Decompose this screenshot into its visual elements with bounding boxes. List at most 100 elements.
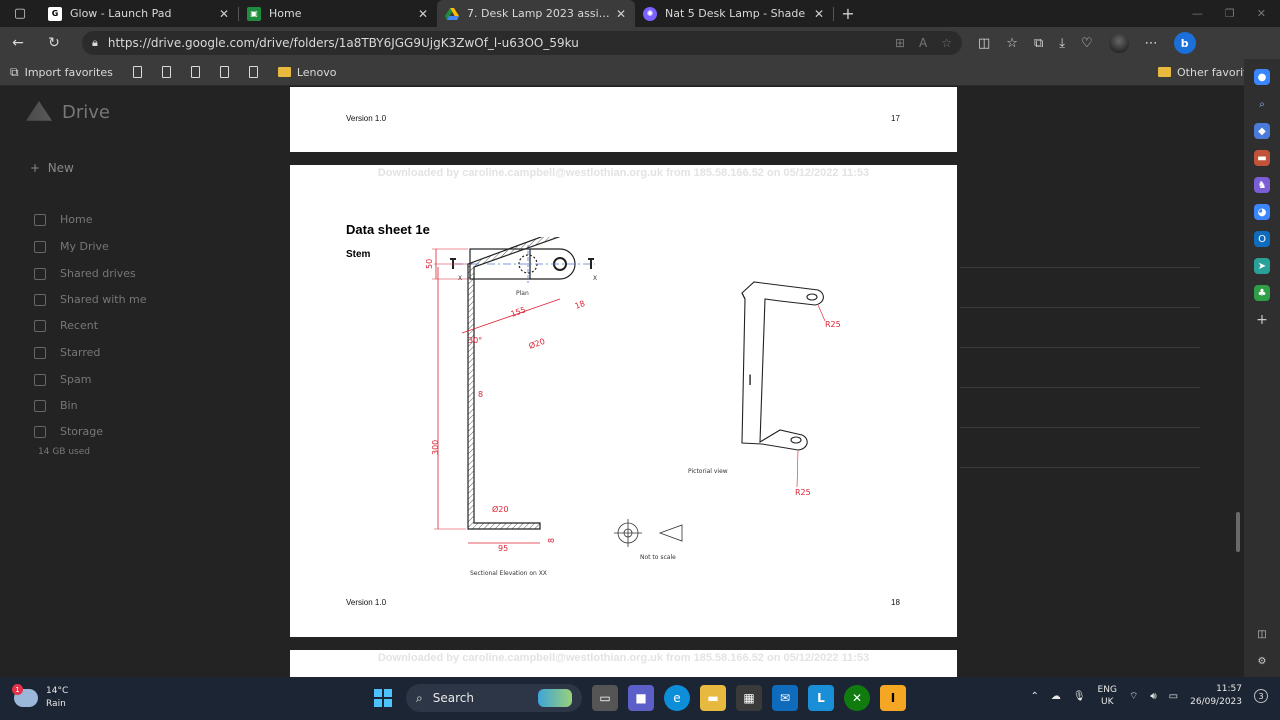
tab-desk-lamp-shade[interactable]: ✺ Nat 5 Desk Lamp - Shade ✕	[635, 0, 833, 27]
pdf-page-18: Downloaded by caroline.campbell@westloth…	[290, 165, 957, 637]
page-version: Version 1.0	[346, 114, 387, 123]
close-icon[interactable]: ✕	[216, 7, 232, 21]
tag-icon[interactable]: ◆	[1254, 123, 1270, 139]
collections-icon[interactable]: ⧉	[1034, 36, 1043, 51]
drive-logo: Drive	[26, 101, 110, 123]
pictorial-view	[741, 281, 824, 451]
dim-155: 155	[510, 305, 527, 319]
read-aloud-icon[interactable]: A	[919, 36, 927, 50]
split-screen-icon[interactable]: ◫	[978, 36, 990, 51]
toolbox-icon[interactable]: ▬	[1254, 150, 1270, 166]
app-available-icon[interactable]: ⊞	[895, 36, 905, 50]
drive-nav-shared-with-me: Shared with me	[34, 293, 147, 306]
import-favorites-link[interactable]: ⧉ Import favorites	[10, 65, 113, 80]
tab-desk-lamp-assignment[interactable]: 7. Desk Lamp 2023 assignment - ✕	[437, 0, 635, 27]
microphone-icon[interactable]: 🎙︎	[1073, 691, 1086, 702]
close-icon[interactable]: ✕	[415, 7, 431, 21]
favorite-doc-1[interactable]	[132, 66, 142, 78]
dim-30-degrees: 30°	[468, 336, 482, 345]
section-x-left: X	[458, 275, 462, 282]
tab-title: 7. Desk Lamp 2023 assignment -	[467, 7, 613, 20]
add-icon[interactable]: +	[1254, 312, 1270, 328]
refresh-button[interactable]: ↻	[36, 35, 72, 51]
tab-actions-icon[interactable]: ▢	[0, 0, 40, 27]
favorite-doc-2[interactable]	[161, 66, 171, 78]
clock[interactable]: 11:57 26/09/2023	[1190, 683, 1242, 709]
temperature: 14°C	[46, 686, 69, 696]
windows-taskbar: 1 14°C Rain ⌕ Search ▭ ■ e ▬ ▦ ✉ L ✕ I ⌃…	[0, 677, 1280, 720]
drive-nav-shared-drives: Shared drives	[34, 267, 136, 280]
wifi-icon[interactable]: ⌔	[1129, 690, 1138, 703]
system-tray: ⌃ ☁ 🎙︎ ENG UK ⌔ 🔊︎ ▭ 11:57 26/09/2023 3	[1030, 683, 1268, 709]
document-icon	[248, 66, 258, 78]
search-icon: ⌕	[416, 690, 423, 705]
settings-icon[interactable]: ⚙	[1254, 653, 1270, 669]
edge-browser-icon[interactable]: e	[664, 685, 690, 711]
favorite-doc-5[interactable]	[248, 66, 258, 78]
copilot-icon[interactable]: b	[1173, 32, 1196, 54]
language-indicator[interactable]: ENG UK	[1098, 684, 1117, 708]
close-icon[interactable]: ✕	[811, 7, 827, 21]
page-number: 17	[891, 114, 900, 123]
favorites-icon[interactable]: ☆	[1006, 36, 1018, 51]
xbox-icon[interactable]: ✕	[844, 685, 870, 711]
weather-widget[interactable]: 1 14°C Rain	[12, 684, 69, 711]
taskbar-search[interactable]: ⌕ Search	[406, 684, 582, 712]
onedrive-icon[interactable]: ☁	[1051, 691, 1061, 702]
copilot-pane-icon[interactable]: ◕	[1254, 204, 1270, 220]
dim-300: 300	[431, 440, 440, 455]
more-icon[interactable]: ⋯	[1145, 36, 1158, 51]
extensions-icon[interactable]: ♡	[1081, 36, 1093, 51]
drive-file-list-right	[960, 87, 1244, 677]
glow-icon: G	[48, 6, 62, 21]
sidebar-toggle-icon[interactable]: ◫	[1254, 626, 1270, 642]
edge-sidebar: ● ⌕ ◆ ▬ ♞ ◕ O ➤ ♣ + ◫ ⚙	[1244, 59, 1280, 677]
search-icon[interactable]: ⌕	[1254, 96, 1270, 112]
minimize-icon[interactable]: —	[1192, 7, 1203, 20]
volume-icon[interactable]: 🔊︎	[1150, 691, 1156, 702]
back-button[interactable]: ←	[0, 35, 36, 51]
lock-icon[interactable]: 🔒︎	[92, 36, 98, 50]
bell-icon[interactable]: ●	[1254, 69, 1270, 85]
favorite-star-icon[interactable]: ☆	[941, 36, 952, 50]
projection-symbol-icon	[614, 519, 683, 547]
dim-95: 95	[498, 544, 508, 553]
rain-cloud-icon: 1	[12, 684, 38, 707]
battery-icon[interactable]: ▭	[1169, 691, 1178, 702]
close-icon[interactable]: ✕	[613, 7, 629, 21]
task-view-icon[interactable]: ▭	[592, 685, 618, 711]
downloads-icon[interactable]: ⤓	[1059, 36, 1065, 51]
favorite-folder-lenovo[interactable]: Lenovo	[277, 66, 336, 79]
close-window-icon[interactable]: ✕	[1257, 7, 1266, 20]
mail-icon[interactable]: ✉	[772, 685, 798, 711]
address-bar[interactable]: 🔒︎ https://drive.google.com/drive/folder…	[82, 31, 962, 55]
page-number: 18	[891, 598, 900, 607]
teams-icon[interactable]: ■	[628, 685, 654, 711]
tab-glow[interactable]: G Glow - Launch Pad ✕	[40, 0, 238, 27]
notification-count[interactable]: 3	[1254, 689, 1268, 703]
favorite-doc-4[interactable]	[219, 66, 229, 78]
window-controls: — ❐ ✕	[1192, 7, 1280, 20]
pdf-page-17: Version 1.0 17	[290, 87, 957, 152]
favorite-doc-3[interactable]	[190, 66, 200, 78]
lenovo-app-icon[interactable]: L	[808, 685, 834, 711]
tree-icon[interactable]: ♣	[1254, 285, 1270, 301]
dim-diameter-20-bottom: Ø20	[492, 504, 508, 514]
chevron-up-icon[interactable]: ⌃	[1030, 691, 1038, 702]
new-tab-button[interactable]: +	[834, 4, 862, 23]
store-icon[interactable]: ▦	[736, 685, 762, 711]
app-i-icon[interactable]: I	[880, 685, 906, 711]
profile-avatar[interactable]	[1108, 33, 1129, 53]
drive-nav-starred: Starred	[34, 346, 100, 359]
games-icon[interactable]: ♞	[1254, 177, 1270, 193]
drive-nav-spam: Spam	[34, 373, 91, 386]
folder-icon	[277, 67, 291, 77]
outlook-icon[interactable]: O	[1254, 231, 1270, 247]
viewer-scrollbar[interactable]	[1236, 512, 1240, 552]
maximize-icon[interactable]: ❐	[1225, 7, 1235, 20]
file-explorer-icon[interactable]: ▬	[700, 685, 726, 711]
windows-start-icon[interactable]	[370, 685, 396, 711]
tab-home[interactable]: ▣ Home ✕	[239, 0, 437, 27]
import-icon: ⧉	[10, 64, 19, 79]
send-icon[interactable]: ➤	[1254, 258, 1270, 274]
